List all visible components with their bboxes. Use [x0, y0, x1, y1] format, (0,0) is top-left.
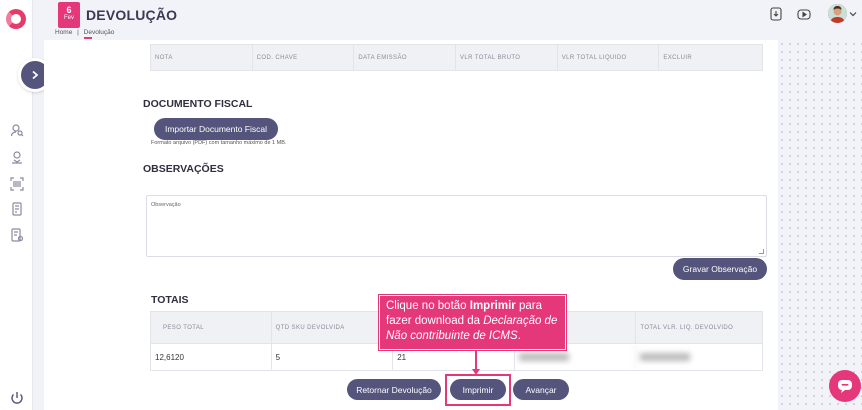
callout-text-3: .: [517, 330, 521, 342]
observacao-textarea[interactable]: Observação: [146, 195, 767, 257]
col-vlr-total-liquido: VLR TOTAL LIQUIDO: [558, 45, 660, 70]
blurred-value-2: [636, 344, 762, 370]
breadcrumb: Home | Devolução: [55, 29, 114, 36]
totais-title: TOTAIS: [151, 294, 189, 306]
import-hint: Formato arquivo (PDF) com tamanho máximo…: [151, 140, 287, 146]
date-month: Fev: [63, 15, 74, 21]
print-button-highlight: [445, 374, 511, 406]
page-title: DEVOLUÇÃO: [86, 7, 178, 23]
user-avatar[interactable]: [828, 4, 847, 23]
breadcrumb-separator: |: [77, 29, 79, 36]
col-cod-chave: COD. CHAVE: [253, 45, 355, 70]
observacao-placeholder: Observação: [151, 202, 181, 208]
observacoes-title: OBSERVAÇÕES: [143, 163, 224, 175]
callout-bold: Imprimir: [469, 300, 516, 312]
resize-grip[interactable]: [759, 249, 764, 254]
barcode-scan-icon[interactable]: [10, 177, 24, 191]
peso-total-value: 12,6120: [151, 344, 272, 370]
tutorial-callout: Clique no botão Imprimir para fazer down…: [378, 294, 567, 351]
col-qtd-sku-devolvida: QTD SKU DEVOLVIDA: [272, 312, 394, 343]
power-icon[interactable]: [10, 391, 24, 405]
return-devolution-button[interactable]: Retornar Devolução: [347, 379, 441, 400]
main-content: NOTA COD. CHAVE DATA EMISSÃO VLR TOTAL B…: [44, 40, 778, 410]
app-logo[interactable]: [6, 9, 26, 29]
next-button[interactable]: Avançar: [513, 379, 569, 400]
col-nota: NOTA: [151, 45, 253, 70]
blurred-mask: [640, 353, 691, 361]
avatar-image: [828, 4, 847, 23]
col-excluir: EXCLUIR: [663, 54, 693, 61]
chevron-down-icon[interactable]: [849, 10, 857, 18]
blurred-mask: [518, 353, 569, 361]
documento-fiscal-title: DOCUMENTO FISCAL: [143, 98, 253, 110]
col-peso-total: PESO TOTAL: [151, 312, 272, 343]
col-vlr-total-bruto: VLR TOTAL BRUTO: [456, 45, 558, 70]
breadcrumb-home[interactable]: Home: [55, 29, 72, 36]
save-observation-button[interactable]: Gravar Observação: [673, 258, 767, 280]
col-data-emissao: DATA EMISSÃO: [354, 45, 457, 70]
chevron-right-icon: [32, 70, 39, 80]
col-total-vlr-liq-devolvido: TOTAL VLR. LIQ. DEVOLVIDO: [640, 324, 734, 331]
breadcrumb-current: Devolução: [83, 29, 115, 36]
date-day: 6: [66, 5, 72, 15]
chat-bubble-icon: [838, 380, 852, 393]
chat-button[interactable]: [829, 370, 861, 402]
import-document-button[interactable]: Importar Documento Fiscal: [154, 118, 278, 140]
user-search-icon[interactable]: [10, 123, 24, 137]
breadcrumb-underline: [84, 37, 92, 39]
qtd-sku-value: 5: [272, 344, 394, 370]
decorative-dot-pattern: [778, 40, 862, 410]
invoice-table-header: NOTA COD. CHAVE DATA EMISSÃO VLR TOTAL B…: [150, 44, 763, 71]
document-download-icon[interactable]: [769, 7, 783, 21]
callout-text-1: Clique no botão: [386, 300, 470, 312]
video-play-icon[interactable]: [797, 7, 811, 21]
report-settings-icon[interactable]: [10, 228, 24, 242]
location-user-icon[interactable]: [10, 150, 24, 164]
document-list-icon[interactable]: [10, 202, 24, 216]
date-badge: 6 Fev: [58, 2, 80, 28]
top-bar: 6 Fev DEVOLUÇÃO Home | Devolução: [33, 0, 862, 40]
